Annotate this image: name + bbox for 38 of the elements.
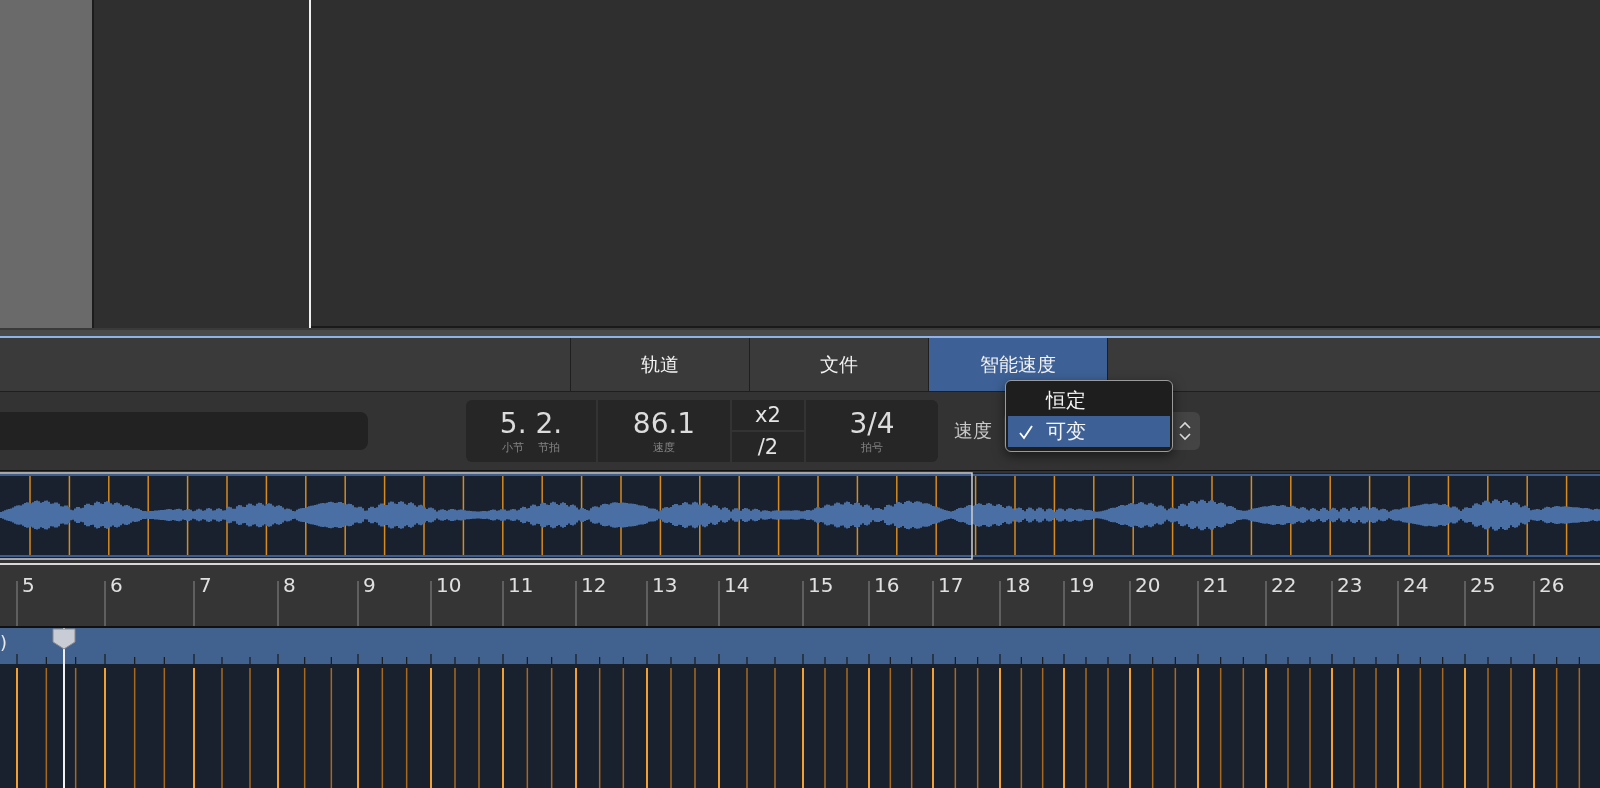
tempo-track[interactable]: )	[0, 628, 1600, 664]
bar-number: 24	[1403, 573, 1429, 597]
menu-item[interactable]: 可变	[1008, 416, 1170, 447]
bar-number: 21	[1203, 573, 1229, 597]
timeline-ruler[interactable]: 5 6 7 8 9 10 11 12 13 14 15 16 17 18 19 20 21 22 23 24 25 26	[0, 563, 1600, 628]
bar-number: 14	[724, 573, 750, 597]
bar-number: 18	[1005, 573, 1031, 597]
tempo-value: 86.1	[632, 407, 696, 440]
bar-number: 10	[436, 573, 462, 597]
bar-number: 22	[1271, 573, 1297, 597]
bar-number: 7	[199, 573, 212, 597]
bar-number: 11	[508, 573, 534, 597]
bar-number: 5	[22, 573, 35, 597]
position-value: 5. 2.	[499, 407, 563, 440]
chevron-updown-icon	[1178, 420, 1192, 442]
lcd-label: 节拍	[538, 439, 560, 455]
signature-value: 3/4	[849, 407, 895, 440]
bar-number: 23	[1337, 573, 1363, 597]
double-tempo-button[interactable]: x2	[732, 400, 804, 432]
track-label: )	[0, 632, 8, 653]
bar-number: 20	[1135, 573, 1161, 597]
half-tempo-button[interactable]: /2	[732, 432, 804, 462]
bar-number: 15	[808, 573, 834, 597]
bar-number: 16	[874, 573, 900, 597]
lcd-label: 小节	[502, 439, 524, 455]
tempo-label: 速度	[954, 418, 992, 443]
bar-number: 13	[652, 573, 678, 597]
bar-number: 9	[363, 573, 376, 597]
bar-number: 25	[1470, 573, 1496, 597]
lcd-label: 速度	[653, 439, 675, 455]
bar-number: 12	[581, 573, 607, 597]
bar-number: 8	[283, 573, 296, 597]
lcd-label: 拍号	[861, 439, 883, 455]
checkmark-icon	[1018, 423, 1034, 440]
bar-number: 6	[110, 573, 123, 597]
bar-number: 17	[938, 573, 964, 597]
bar-number: 26	[1539, 573, 1565, 597]
bar-number: 19	[1069, 573, 1095, 597]
